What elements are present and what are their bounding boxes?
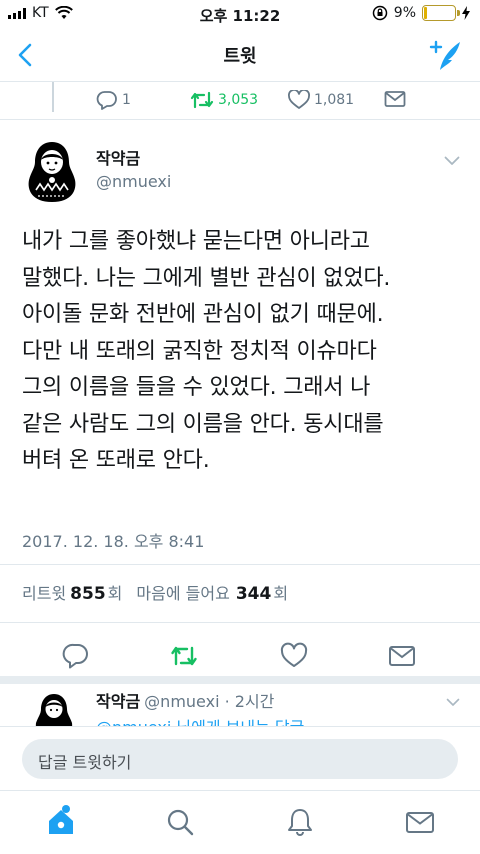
charging-bolt-icon <box>462 6 470 20</box>
reply-icon[interactable] <box>62 642 90 670</box>
divider <box>0 622 480 623</box>
tweet-text: 내가 그를 좋아했냐 묻는다면 아니라고 말했다. 나는 그에게 별반 관심이 … <box>22 229 391 473</box>
retweet-icon[interactable] <box>170 642 198 670</box>
retweets-unit: 회 <box>107 584 123 603</box>
chevron-down-icon[interactable] <box>444 156 460 166</box>
battery-icon <box>422 5 460 21</box>
prev-retweet-count: 3,053 <box>218 92 259 108</box>
reply-tweet[interactable]: 작약금@nmuexi · 2시간 @nmuexi 님에게 보내는 답글 <box>0 676 480 726</box>
reply-input[interactable]: 답글 트윗하기 <box>22 739 458 779</box>
prev-like-button[interactable]: 1,081 <box>288 90 354 110</box>
search-icon[interactable] <box>165 807 195 837</box>
wifi-icon <box>54 6 73 19</box>
retweet-icon <box>190 91 214 109</box>
nav-bar: 트윗 <box>0 28 480 82</box>
tweet-stats: 리트윗 855 회 마음에 들어요 344 회 <box>22 580 288 604</box>
reply-avatar-icon[interactable] <box>32 692 76 726</box>
prev-like-count: 1,081 <box>314 92 355 108</box>
prev-reply-count: 1 <box>122 92 131 108</box>
compose-tweet-icon[interactable] <box>428 38 464 72</box>
heart-icon <box>288 90 310 109</box>
envelope-icon <box>384 91 406 107</box>
tweet-timestamp: 2017. 12. 18. 오후 8:41 <box>22 532 205 551</box>
orientation-lock-icon <box>372 5 388 21</box>
prev-dm-button[interactable] <box>384 90 406 108</box>
status-right: 9% <box>372 5 470 21</box>
status-bar: KT 오후 11:22 9% <box>0 0 480 28</box>
reply-text: @nmuexi 님에게 보내는 답글 <box>96 714 304 726</box>
retweets-stat[interactable]: 리트윗 855 회 <box>22 580 122 604</box>
likes-label: 마음에 들어요 <box>136 584 230 603</box>
reply-header: 작약금 @nmuexi · 2시간 <box>96 688 274 712</box>
reply-meta: @nmuexi · 2시간 <box>144 692 275 711</box>
reply-author-name: 작약금 <box>96 692 141 711</box>
tab-bar <box>0 790 480 854</box>
status-left: KT <box>8 5 73 21</box>
retweets-count: 855 <box>70 584 106 604</box>
likes-stat[interactable]: 마음에 들어요 344 회 <box>136 580 288 604</box>
author-handle: @nmuexi <box>96 172 172 191</box>
likes-count: 344 <box>235 584 272 604</box>
messages-envelope-icon[interactable] <box>405 807 435 837</box>
tweet-actions <box>0 630 480 682</box>
retweets-label: 리트윗 <box>22 584 67 603</box>
chevron-down-icon[interactable] <box>446 698 460 707</box>
carrier-label: KT <box>32 5 49 21</box>
envelope-icon[interactable] <box>388 642 416 670</box>
reply-composer-bar: 답글 트윗하기 <box>0 726 480 790</box>
previous-tweet-actions: 1 3,053 1,081 <box>0 82 480 120</box>
reply-icon <box>96 91 117 110</box>
page-title: 트윗 <box>223 46 257 67</box>
likes-unit: 회 <box>273 584 289 603</box>
signal-strength-icon <box>8 7 26 19</box>
heart-icon[interactable] <box>280 642 308 670</box>
author-name: 작약금 <box>96 149 141 168</box>
new-tweets-dot <box>62 805 70 813</box>
notifications-bell-icon[interactable] <box>285 807 315 837</box>
battery-percent: 9% <box>393 5 416 21</box>
author-info[interactable]: 작약금 @nmuexi <box>96 148 171 194</box>
home-icon[interactable] <box>46 807 76 837</box>
prev-reply-button[interactable]: 1 <box>96 90 131 110</box>
divider <box>0 564 480 565</box>
prev-retweet-button[interactable]: 3,053 <box>190 90 258 110</box>
author-avatar-icon[interactable] <box>24 140 80 204</box>
